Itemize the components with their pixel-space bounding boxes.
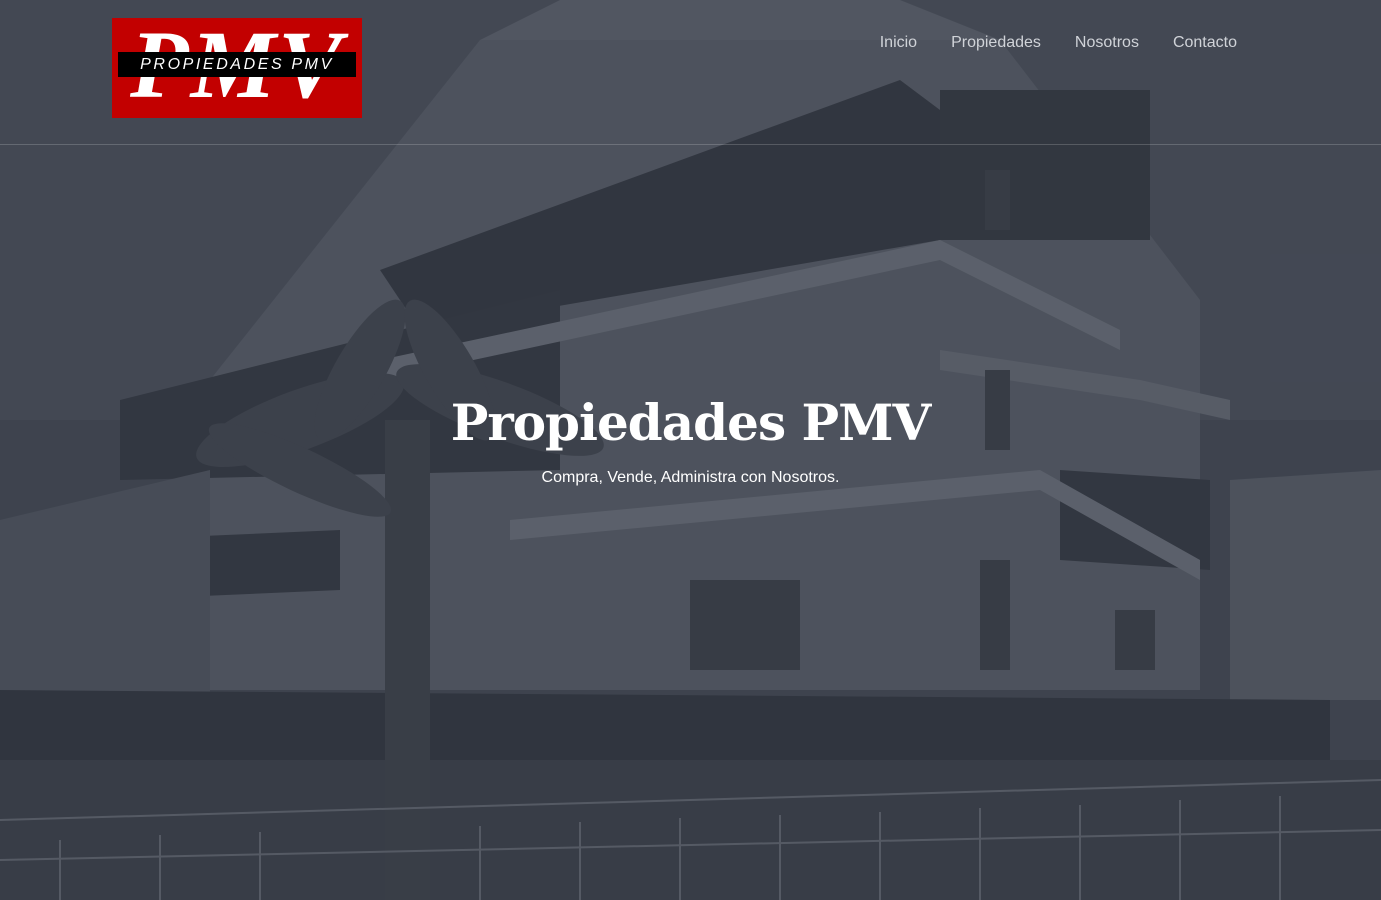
brand-logo[interactable]: PMV PROPIEDADES PMV (112, 18, 362, 118)
hero-subtitle: Compra, Vende, Administra con Nosotros. (541, 469, 840, 486)
nav-item-inicio[interactable]: Inicio (880, 30, 917, 56)
logo-band-text: PROPIEDADES PMV (140, 56, 334, 73)
main-nav: Inicio Propiedades Nosotros Contacto (880, 30, 1237, 56)
nav-item-contacto[interactable]: Contacto (1173, 30, 1237, 56)
logo-band: PROPIEDADES PMV (118, 52, 356, 77)
site-header: PMV PROPIEDADES PMV Inicio Propiedades N… (0, 0, 1381, 145)
nav-item-nosotros[interactable]: Nosotros (1075, 30, 1139, 56)
hero-title: Propiedades PMV (450, 393, 931, 452)
nav-item-propiedades[interactable]: Propiedades (951, 30, 1041, 56)
